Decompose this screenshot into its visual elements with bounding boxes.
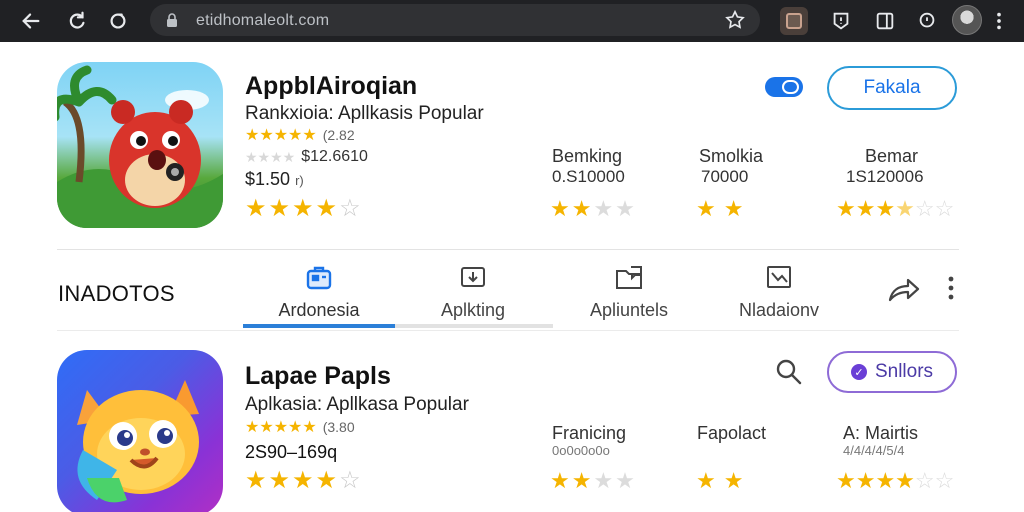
profile-avatar[interactable]: [952, 5, 982, 35]
follow-button[interactable]: Fakala: [827, 66, 957, 110]
app-star-rating: ★★★★☆: [245, 467, 363, 494]
briefcase-icon: [306, 266, 332, 290]
tab-label: Apliuntels: [589, 300, 669, 320]
faint-stars: ★★★★: [245, 148, 296, 165]
stat-value: 1S120006: [846, 167, 924, 186]
app-icon-cartoon-creature[interactable]: [57, 62, 223, 228]
check-badge-icon: ✓: [850, 364, 867, 380]
url-text: etidhomaleolt.com: [196, 12, 330, 29]
stat-value: 0.S10000: [552, 167, 625, 186]
forward-icon[interactable]: [62, 6, 92, 36]
search-icon[interactable]: [774, 357, 804, 387]
tab-apliuntels[interactable]: Apliuntels: [553, 260, 705, 330]
app-title[interactable]: AppblAiroqian: [245, 72, 417, 101]
tab-nladaionv[interactable]: Nladaionv: [703, 260, 855, 330]
download-board-icon: [461, 267, 485, 287]
app-price: $1.50 r): [245, 169, 304, 189]
stat-label: Bemar: [865, 146, 919, 166]
app-star-rating: ★★★★☆: [245, 195, 363, 222]
app-icon-cartoon-cat[interactable]: [57, 350, 223, 512]
tab-label: Ardonesia: [278, 300, 360, 320]
browser-menu-icon[interactable]: [984, 6, 1014, 36]
tab-label: Aplkting: [440, 300, 506, 320]
stat-value: 70000: [701, 167, 749, 186]
divider: [57, 330, 959, 331]
downloads-line: ★★★★ $12.6610: [245, 148, 368, 166]
share-icon[interactable]: [886, 272, 922, 306]
lens-icon[interactable]: [912, 6, 942, 36]
app-title[interactable]: Lapae Papls: [245, 362, 391, 391]
rating-stars: ★★★★★: [245, 127, 317, 144]
tab-aplkting[interactable]: Aplkting: [397, 260, 549, 330]
tab-ardonesia[interactable]: Ardonesia: [243, 260, 395, 330]
tab-indicator-track: [395, 324, 553, 328]
tab-label: Nladaionv: [738, 300, 820, 320]
stat-label: Bemking: [552, 146, 623, 166]
verified-action-button[interactable]: ✓ Snllors: [827, 351, 957, 393]
app-price-range: 2S90–169q: [245, 442, 338, 462]
app-subtitle: Aplkasia: Apllkasa Popular: [245, 394, 469, 415]
stat-label: Fapolact: [697, 423, 767, 443]
stat-label: A: Mairtis: [843, 423, 919, 443]
rating-summary: ★★★★★ (3.80: [245, 417, 355, 437]
folder-chat-icon: [616, 266, 642, 289]
stat-stars: ★★★★☆☆: [836, 468, 955, 493]
section-title: INADOTOS: [58, 281, 175, 306]
back-arrow-icon[interactable]: [16, 6, 46, 36]
rating-count: (3.80: [322, 419, 355, 435]
stat-value: 0o0o0o0o: [552, 443, 610, 458]
more-options-icon[interactable]: [943, 274, 959, 304]
alert-shield-icon[interactable]: [826, 6, 856, 36]
stat-stars: ★★: [696, 196, 752, 221]
action-label: Snllors: [874, 361, 934, 382]
chart-icon: [767, 266, 791, 288]
divider: [57, 249, 959, 250]
stat-stars: ★★★★☆☆: [836, 196, 955, 221]
rating-stars: ★★★★★: [245, 419, 317, 436]
stat-value: 4/4/4/4/5/4: [843, 443, 905, 458]
active-tab-indicator: [243, 324, 395, 328]
rating-count: (2.82: [322, 127, 355, 143]
lock-icon: [167, 13, 177, 27]
reload-icon[interactable]: [103, 6, 133, 36]
stat-stars: ★★★★: [550, 468, 637, 493]
stat-label: Smolkia: [699, 146, 764, 166]
toggle-switch[interactable]: [765, 77, 803, 97]
stat-label: Franicing: [552, 423, 627, 443]
app-subtitle: Rankxioia: Apllkasis Popular: [245, 103, 484, 124]
address-bar[interactable]: etidhomaleolt.com: [150, 4, 760, 36]
rating-summary: ★★★★★ (2.82: [245, 125, 355, 145]
stat-stars: ★★★★: [550, 196, 637, 221]
side-panel-icon[interactable]: [870, 6, 900, 36]
extension-icon[interactable]: [780, 7, 808, 35]
browser-toolbar: etidhomaleolt.com: [0, 0, 1024, 42]
downloads-count: $12.6610: [301, 148, 368, 165]
bookmark-star-icon[interactable]: [724, 9, 746, 31]
stat-stars: ★★: [696, 468, 752, 493]
